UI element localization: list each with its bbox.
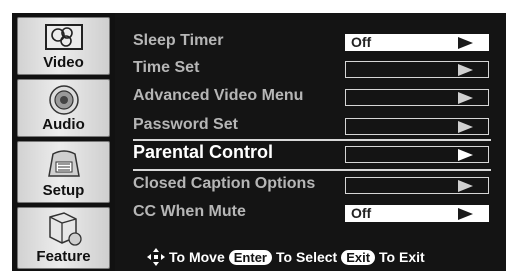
menu-item-cc-when-mute[interactable]: CC When Mute Off: [115, 202, 506, 226]
feature-menu-panel: Sleep Timer Off Time Set Advanced Video …: [115, 13, 506, 271]
exit-hint-text: To Exit: [379, 249, 425, 265]
arrow-right-icon: [458, 92, 473, 104]
tab-video[interactable]: Video: [17, 17, 110, 75]
menu-item-label: CC When Mute: [133, 203, 246, 220]
tab-feature-label: Feature: [36, 248, 91, 265]
selection-line-bottom: [133, 169, 491, 171]
parental-control-field[interactable]: [345, 146, 489, 163]
closed-caption-options-field[interactable]: [345, 177, 489, 194]
menu-item-label: Time Set: [133, 59, 200, 76]
select-hint-text: To Select: [275, 249, 338, 265]
setup-icon: [43, 146, 85, 180]
exit-key-badge: Exit: [341, 249, 376, 265]
tab-audio[interactable]: Audio: [17, 79, 110, 137]
four-way-arrow-icon: [147, 248, 165, 266]
menu-item-password-set[interactable]: Password Set: [115, 115, 506, 139]
time-set-field[interactable]: [345, 61, 489, 78]
menu-item-closed-caption-options[interactable]: Closed Caption Options: [115, 174, 506, 198]
menu-item-time-set[interactable]: Time Set: [115, 58, 506, 82]
tab-feature[interactable]: Feature: [17, 207, 110, 269]
field-value: Off: [351, 34, 372, 50]
tab-audio-label: Audio: [42, 116, 85, 133]
selection-line-top: [133, 139, 491, 141]
arrow-right-icon: [458, 64, 473, 76]
field-value: Off: [351, 205, 372, 221]
category-tab-column: Video Audio Setup Feature: [12, 13, 115, 271]
arrow-right-icon: [458, 149, 473, 161]
tab-setup-label: Setup: [42, 182, 85, 199]
tab-video-label: Video: [43, 54, 84, 71]
cc-when-mute-value-field[interactable]: Off: [345, 205, 489, 222]
speaker-icon: [47, 84, 81, 116]
arrow-right-icon: [458, 208, 473, 220]
arrow-right-icon: [458, 37, 473, 49]
menu-item-label: Sleep Timer: [133, 32, 224, 49]
menu-item-sleep-timer[interactable]: Sleep Timer Off: [115, 31, 506, 55]
arrow-right-icon: [458, 180, 473, 192]
menu-item-label: Password Set: [133, 116, 238, 133]
move-hint-text: To Move: [169, 249, 225, 265]
arrow-right-icon: [458, 121, 473, 133]
menu-item-parental-control[interactable]: Parental Control: [115, 142, 506, 167]
menu-item-advanced-video-menu[interactable]: Advanced Video Menu: [115, 86, 506, 110]
advanced-video-menu-field[interactable]: [345, 89, 489, 106]
feature-icon: [42, 211, 86, 247]
navigation-hint-bar: To Move Enter To Select Exit To Exit: [147, 247, 429, 267]
tab-setup[interactable]: Setup: [17, 141, 110, 203]
sleep-timer-value-field[interactable]: Off: [345, 34, 489, 51]
menu-item-label: Parental Control: [133, 142, 274, 162]
menu-item-label: Advanced Video Menu: [133, 87, 304, 104]
enter-key-badge: Enter: [228, 249, 272, 265]
video-icon: [44, 23, 84, 51]
menu-item-label: Closed Caption Options: [133, 175, 316, 192]
tv-osd-screen: Video Audio Setup Feature Sleep Timer Of…: [0, 0, 511, 275]
password-set-field[interactable]: [345, 118, 489, 135]
